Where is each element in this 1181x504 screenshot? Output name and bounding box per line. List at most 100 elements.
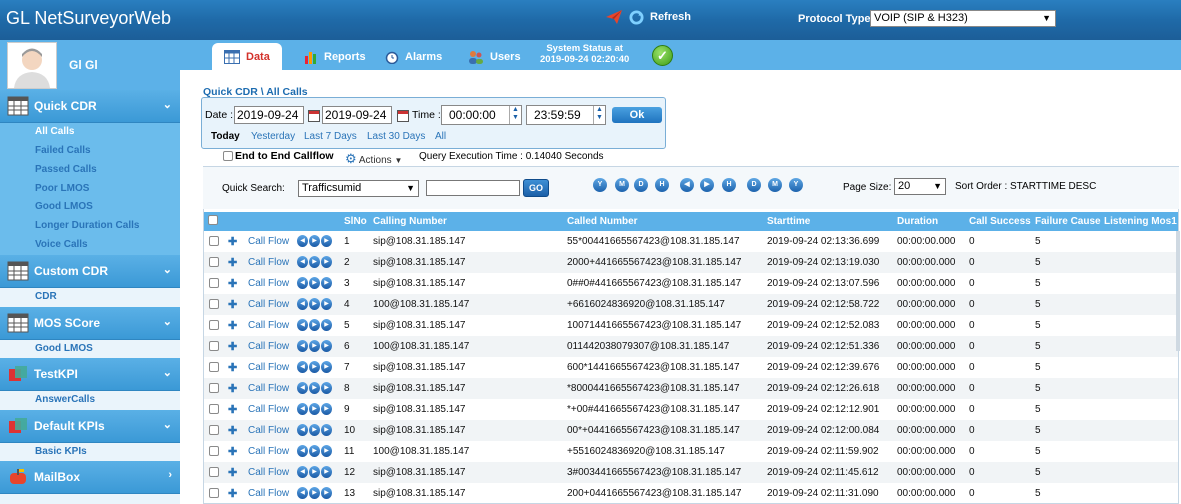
row-checkbox[interactable] [209,299,219,309]
spinner-icon[interactable]: ▲ ▼ [593,106,605,124]
quick-search-input[interactable] [426,180,520,196]
media-control-icon[interactable]: ▶ [309,424,320,436]
playback-controls-icon[interactable]: ◀ ▶ ▶ [297,382,332,394]
tab-users[interactable]: Users [468,43,521,70]
call-flow-link[interactable]: Call Flow [248,446,289,457]
ok-button[interactable]: Ok [612,107,662,123]
playback-controls-icon[interactable]: ◀ ▶ ▶ [297,466,332,478]
protocol-type-select[interactable]: VOIP (SIP & H323) ▼ [870,10,1056,27]
go-button[interactable]: GO [523,179,549,197]
pager-next-month-icon[interactable]: D [747,178,761,192]
playback-controls-icon[interactable]: ◀ ▶ ▶ [297,319,332,331]
expand-plus-icon[interactable]: ✚ [228,256,237,269]
row-checkbox[interactable] [209,257,219,267]
row-checkbox[interactable] [209,467,219,477]
end-to-end-callflow[interactable]: End to End Callflow [223,150,334,162]
range-all[interactable]: All [435,131,446,142]
call-flow-link[interactable]: Call Flow [248,299,289,310]
playback-controls-icon[interactable]: ◀ ▶ ▶ [297,445,332,457]
media-control-icon[interactable]: ▶ [321,277,332,289]
tab-data[interactable]: Data [212,43,282,70]
pager-prev-month-icon[interactable]: D [634,178,648,192]
date-to-input[interactable]: 2019-09-24 [322,106,392,124]
media-control-icon[interactable]: ▶ [321,298,332,310]
call-flow-link[interactable]: Call Flow [248,257,289,268]
refresh-label[interactable]: Refresh [650,11,691,23]
column-header-calling-number[interactable]: Calling Number [373,216,447,227]
actions-menu[interactable]: ⚙ Actions ▼ [345,151,402,167]
call-flow-link[interactable]: Call Flow [248,488,289,499]
expand-plus-icon[interactable]: ✚ [228,235,237,248]
row-checkbox[interactable] [209,362,219,372]
playback-controls-icon[interactable]: ◀ ▶ ▶ [297,256,332,268]
pager-next-year-icon[interactable]: M [768,178,782,192]
media-control-icon[interactable]: ◀ [297,424,308,436]
pager-next-icon[interactable]: ▶ [700,178,714,192]
sidebar-item-all-calls[interactable]: All Calls [35,126,74,137]
sidebar-section-default-kpis[interactable]: Default KPIs ⌄ [0,410,180,443]
media-control-icon[interactable]: ▶ [321,256,332,268]
pager-first-icon[interactable]: Y [593,178,607,192]
media-control-icon[interactable]: ◀ [297,403,308,415]
media-control-icon[interactable]: ▶ [321,445,332,457]
media-control-icon[interactable]: ▶ [309,277,320,289]
row-checkbox[interactable] [209,341,219,351]
media-control-icon[interactable]: ▶ [309,445,320,457]
media-control-icon[interactable]: ▶ [321,382,332,394]
vertical-scrollbar[interactable] [1176,231,1180,351]
pager-prev-icon[interactable]: ◀ [680,178,694,192]
calendar-icon[interactable] [397,110,409,122]
media-control-icon[interactable]: ◀ [297,235,308,247]
playback-controls-icon[interactable]: ◀ ▶ ▶ [297,340,332,352]
expand-plus-icon[interactable]: ✚ [228,424,237,437]
media-control-icon[interactable]: ◀ [297,298,308,310]
column-header-failure-cause[interactable]: Failure Cause [1035,216,1101,227]
column-header-called-number[interactable]: Called Number [567,216,638,227]
range-last-7-days[interactable]: Last 7 Days [304,131,357,142]
call-flow-link[interactable]: Call Flow [248,362,289,373]
call-flow-link[interactable]: Call Flow [248,404,289,415]
media-control-icon[interactable]: ▶ [309,403,320,415]
media-control-icon[interactable]: ▶ [309,466,320,478]
sidebar-item-voice-calls[interactable]: Voice Calls [35,239,88,250]
refresh-control[interactable]: Refresh [605,9,691,25]
column-header-starttime[interactable]: Starttime [767,216,810,227]
sidebar-section-mos-score[interactable]: MOS SCore ⌄ [0,307,180,340]
column-header-duration[interactable]: Duration [897,216,938,227]
pager-last-icon[interactable]: Y [789,178,803,192]
row-checkbox[interactable] [209,278,219,288]
media-control-icon[interactable]: ◀ [297,382,308,394]
media-control-icon[interactable]: ▶ [309,298,320,310]
date-from-input[interactable]: 2019-09-24 [234,106,304,124]
expand-plus-icon[interactable]: ✚ [228,361,237,374]
column-header-listening-mos1[interactable]: Listening Mos1 [1104,216,1177,227]
expand-plus-icon[interactable]: ✚ [228,319,237,332]
row-checkbox[interactable] [209,404,219,414]
sidebar-section-custom-cdr[interactable]: Custom CDR ⌄ [0,255,180,288]
tab-alarms[interactable]: Alarms [385,43,442,70]
expand-plus-icon[interactable]: ✚ [228,298,237,311]
sidebar-item-passed-calls[interactable]: Passed Calls [35,164,97,175]
media-control-icon[interactable]: ◀ [297,361,308,373]
media-control-icon[interactable]: ▶ [309,235,320,247]
media-control-icon[interactable]: ▶ [309,256,320,268]
range-last-30-days[interactable]: Last 30 Days [367,131,425,142]
media-control-icon[interactable]: ▶ [321,235,332,247]
sidebar-section-quick-cdr[interactable]: Quick CDR ⌄ [0,90,180,123]
expand-plus-icon[interactable]: ✚ [228,277,237,290]
time-to-input[interactable]: 23:59:59 ▲ ▼ [526,105,606,125]
calendar-icon[interactable] [308,110,320,122]
spinner-icon[interactable]: ▲ ▼ [509,106,521,124]
media-control-icon[interactable]: ▶ [309,487,320,499]
quick-search-field-select[interactable]: Trafficsumid ▼ [298,180,419,197]
media-control-icon[interactable]: ◀ [297,277,308,289]
media-control-icon[interactable]: ▶ [321,424,332,436]
expand-plus-icon[interactable]: ✚ [228,382,237,395]
expand-plus-icon[interactable]: ✚ [228,466,237,479]
media-control-icon[interactable]: ▶ [309,319,320,331]
sidebar-item-poor-lmos[interactable]: Poor LMOS [35,183,89,194]
call-flow-link[interactable]: Call Flow [248,341,289,352]
sidebar-section-testkpi[interactable]: TestKPI ⌄ [0,358,180,391]
expand-plus-icon[interactable]: ✚ [228,403,237,416]
call-flow-link[interactable]: Call Flow [248,278,289,289]
